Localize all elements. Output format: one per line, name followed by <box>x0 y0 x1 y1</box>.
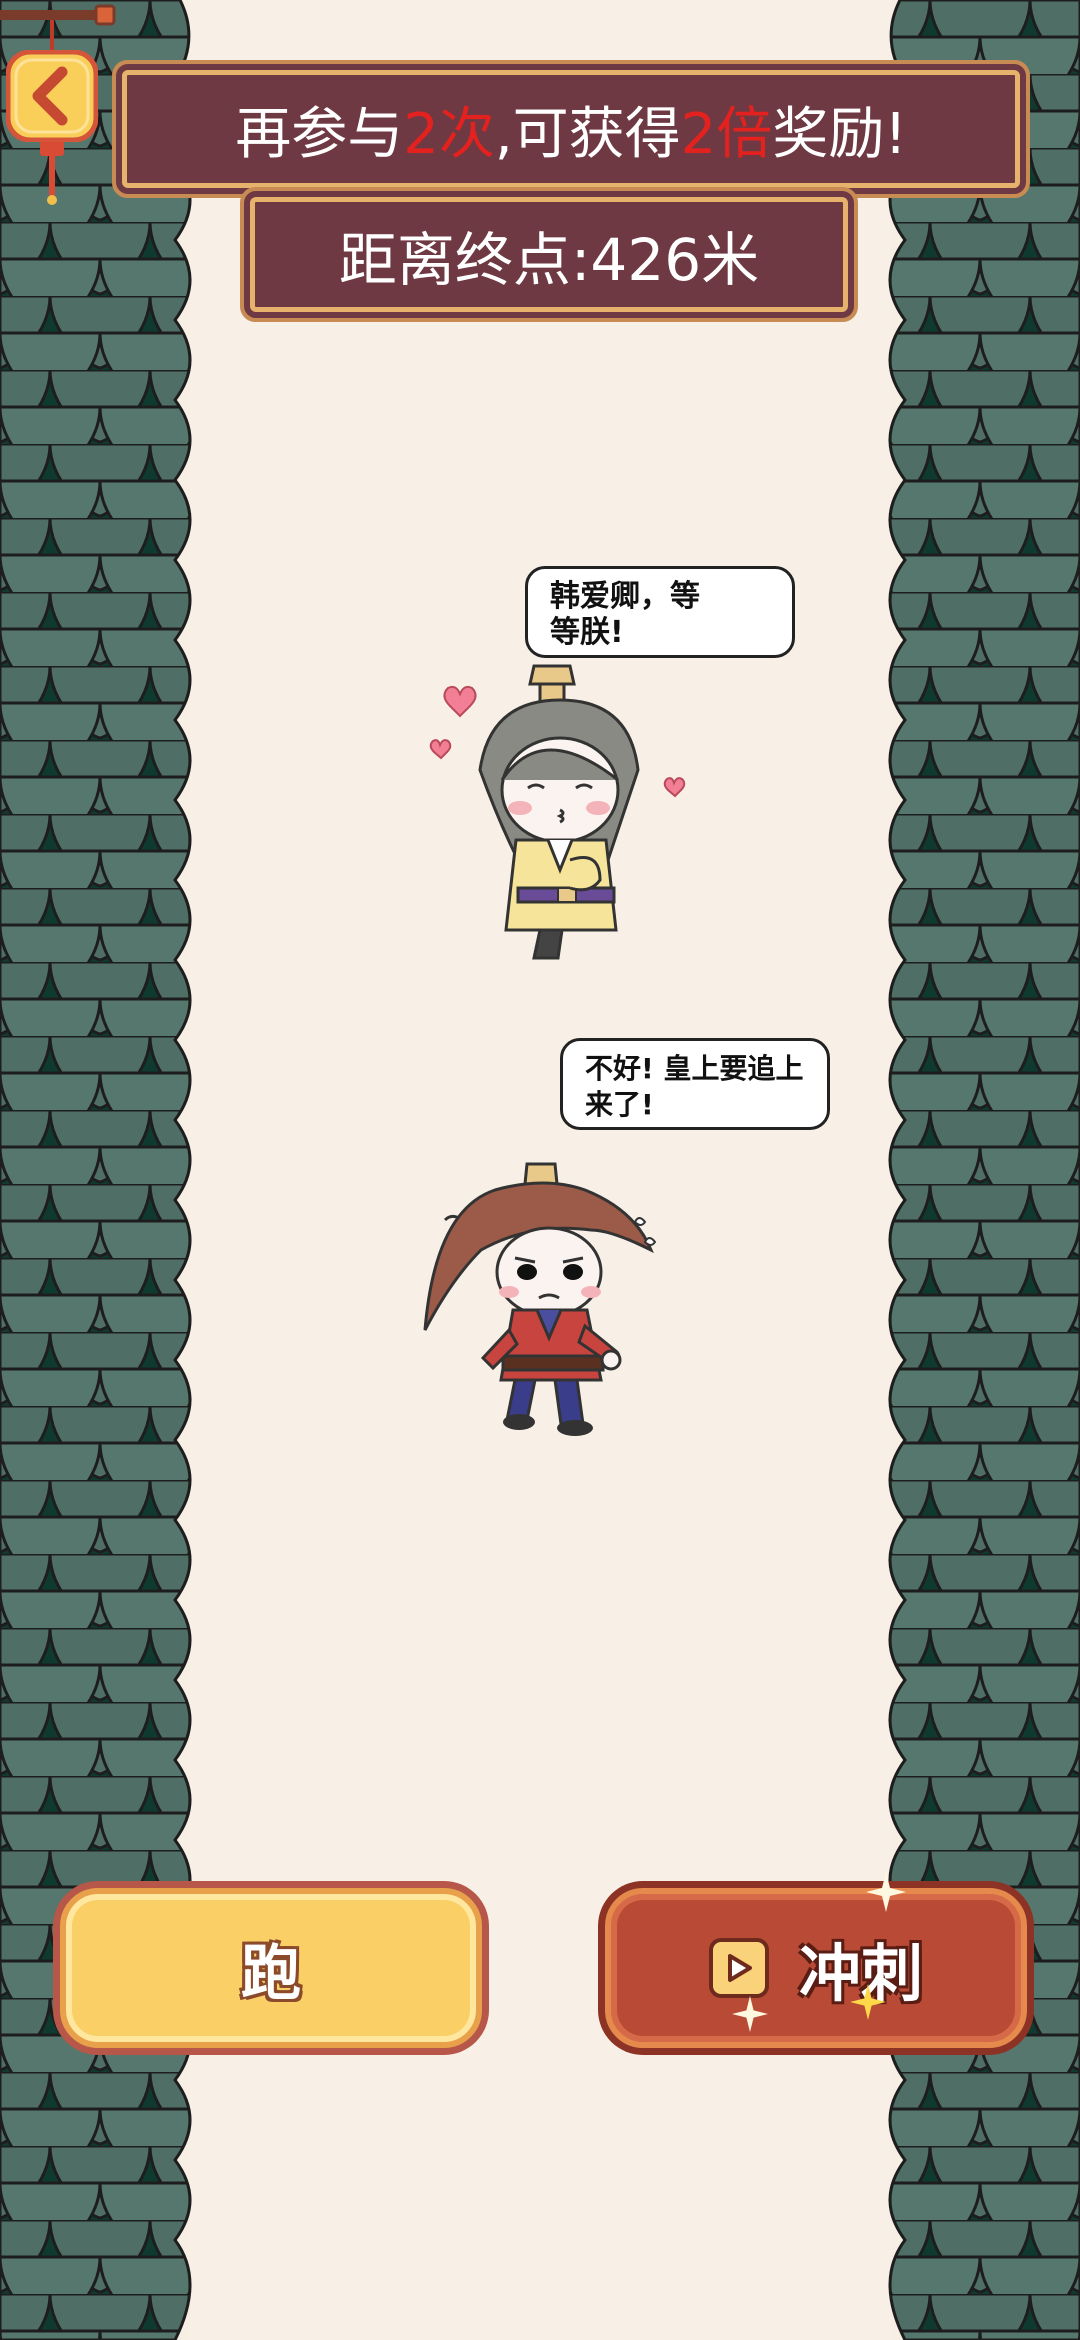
run-button-label: 跑 <box>241 1938 301 2009</box>
reward-multiplier: 2倍 <box>680 101 773 167</box>
sparkle-icon <box>732 1996 768 2032</box>
emperor-speech-line1: 韩爱卿，等 <box>550 579 700 614</box>
heart-icon <box>663 777 686 798</box>
reward-banner: 再参与 2次 ,可获得 2倍 奖励! <box>122 70 1020 188</box>
minister-speech-line1: 不好! 皇上要追上 <box>585 1052 804 1085</box>
dash-button[interactable]: 冲刺 <box>605 1888 1027 2048</box>
minister-speech-bubble: 不好! 皇上要追上 来了! <box>560 1038 830 1130</box>
lantern-decoration <box>0 0 120 210</box>
reward-middle: ,可获得 <box>494 101 681 167</box>
reward-prefix: 再参与 <box>235 101 404 167</box>
minister-character <box>423 1162 657 1436</box>
emperor-speech-line2: 等朕! <box>550 615 624 650</box>
sparkle-icon <box>850 1984 886 2020</box>
reward-count: 2次 <box>403 101 495 167</box>
heart-icon <box>429 739 452 760</box>
emperor-character <box>429 664 686 960</box>
sparkle-icon <box>866 1872 906 1912</box>
heart-icon <box>443 685 477 718</box>
back-arrow-icon <box>5 49 99 143</box>
run-button[interactable]: 跑 <box>60 1888 482 2048</box>
distance-banner: 距离终点:426米 <box>250 197 848 312</box>
minister-speech-line2: 来了! <box>585 1088 654 1121</box>
distance-text: 距离终点:426米 <box>338 225 760 294</box>
play-icon <box>708 1938 769 1998</box>
reward-suffix: 奖励! <box>772 101 907 167</box>
back-button[interactable] <box>5 49 99 143</box>
emperor-speech-bubble: 韩爱卿，等 等朕! <box>525 566 795 658</box>
